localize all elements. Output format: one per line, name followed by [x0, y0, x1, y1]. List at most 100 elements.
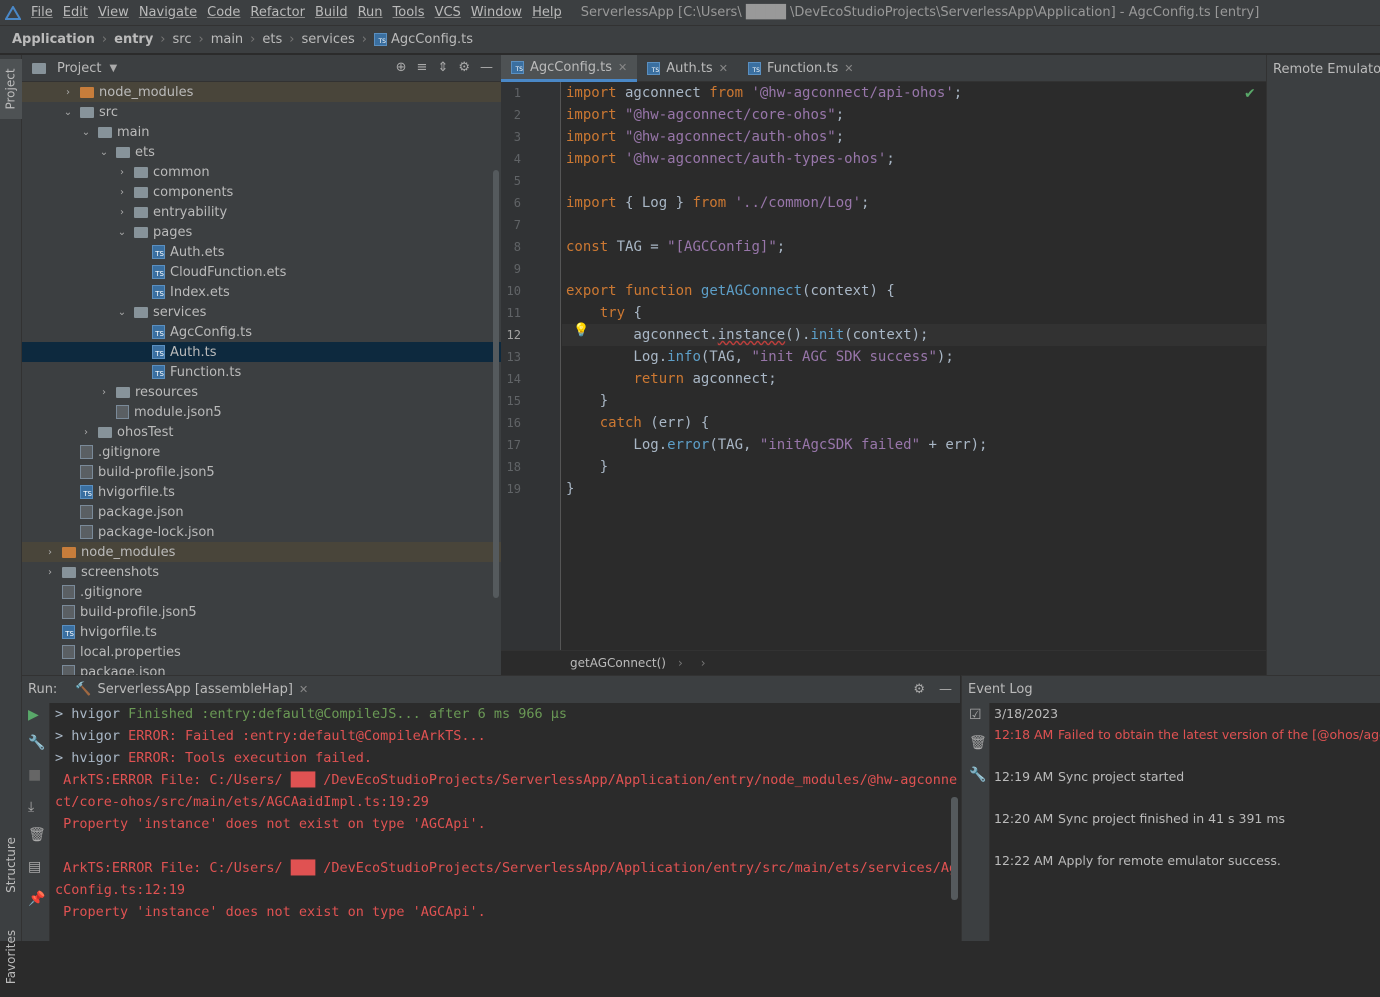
- code-line[interactable]: const TAG = "[AGCConfig]";: [566, 236, 785, 258]
- tree-item[interactable]: › entryability: [22, 202, 501, 222]
- menu-item-run[interactable]: Run: [353, 5, 388, 20]
- tree-item[interactable]: TS Auth.ts: [22, 342, 501, 362]
- tree-item[interactable]: build-profile.json5: [22, 602, 501, 622]
- tree-item[interactable]: build-profile.json5: [22, 462, 501, 482]
- code-line[interactable]: catch (err) {: [566, 412, 710, 434]
- menu-item-build[interactable]: Build: [310, 5, 353, 20]
- menu-item-view[interactable]: View: [93, 5, 134, 20]
- collapse-all-icon[interactable]: ⇕: [437, 60, 448, 75]
- chevron-right-icon[interactable]: ›: [116, 167, 128, 178]
- tree-item[interactable]: › ohosTest: [22, 422, 501, 442]
- remote-emulator-title[interactable]: Remote Emulator: [1273, 62, 1380, 77]
- tree-item[interactable]: ⌄ services: [22, 302, 501, 322]
- tab-auth-ts[interactable]: TS Auth.ts ✕: [637, 55, 738, 82]
- breadcrumb-item[interactable]: main: [211, 32, 243, 47]
- project-tool-tab[interactable]: Project: [0, 59, 22, 119]
- event-text[interactable]: Apply for remote emulator success.: [1058, 853, 1281, 868]
- code-line[interactable]: }: [566, 478, 574, 500]
- project-panel-title[interactable]: Project: [57, 61, 101, 76]
- breadcrumb-item[interactable]: entry: [114, 32, 153, 47]
- menu-item-vcs[interactable]: VCS: [430, 5, 466, 20]
- close-icon[interactable]: ✕: [844, 62, 853, 75]
- tree-item[interactable]: TS Function.ts: [22, 362, 501, 382]
- event-log-title[interactable]: Event Log: [968, 682, 1033, 697]
- menu-item-refactor[interactable]: Refactor: [245, 5, 310, 20]
- chevron-right-icon[interactable]: ›: [44, 567, 56, 578]
- event-text[interactable]: Sync project finished in 41 s 391 ms: [1058, 811, 1285, 826]
- tree-item[interactable]: › screenshots: [22, 562, 501, 582]
- tree-item[interactable]: TS CloudFunction.ets: [22, 262, 501, 282]
- chevron-right-icon[interactable]: ›: [80, 427, 92, 438]
- chevron-down-icon[interactable]: ⌄: [116, 227, 128, 238]
- gear-icon[interactable]: ⚙: [458, 60, 470, 75]
- tree-item[interactable]: › resources: [22, 382, 501, 402]
- tree-item[interactable]: TS AgcConfig.ts: [22, 322, 501, 342]
- scroll-to-end-icon[interactable]: ⤓: [28, 799, 34, 815]
- tree-item[interactable]: ⌄ ets: [22, 142, 501, 162]
- menu-item-tools[interactable]: Tools: [388, 5, 430, 20]
- tree-item[interactable]: module.json5: [22, 402, 501, 422]
- code-line[interactable]: export function getAGConnect(context) {: [566, 280, 895, 302]
- code-line[interactable]: }: [566, 390, 608, 412]
- chevron-right-icon[interactable]: ›: [116, 187, 128, 198]
- breadcrumb-item[interactable]: AgcConfig.ts: [391, 32, 473, 47]
- tab-function-ts[interactable]: TS Function.ts ✕: [738, 55, 864, 82]
- chevron-right-icon[interactable]: ›: [98, 387, 110, 398]
- code-line[interactable]: }: [566, 456, 608, 478]
- console-scrollbar[interactable]: [951, 797, 958, 900]
- chevron-down-icon[interactable]: ⌄: [62, 107, 74, 118]
- wrench-icon[interactable]: 🔧: [969, 767, 986, 783]
- structure-tool-tab[interactable]: Structure: [0, 825, 22, 905]
- trash-icon[interactable]: 🗑: [969, 735, 987, 751]
- tree-item[interactable]: local.properties: [22, 642, 501, 662]
- tree-item[interactable]: ⌄ pages: [22, 222, 501, 242]
- code-line[interactable]: try {: [566, 302, 642, 324]
- code-line[interactable]: import { Log } from '../common/Log';: [566, 192, 869, 214]
- locate-icon[interactable]: ⊕: [396, 60, 407, 75]
- menu-item-help[interactable]: Help: [527, 5, 567, 20]
- tree-item[interactable]: › node_modules: [22, 82, 501, 102]
- tree-item[interactable]: › node_modules: [22, 542, 501, 562]
- code-breadcrumb-item[interactable]: getAGConnect(): [570, 656, 666, 670]
- event-text[interactable]: Sync project started: [1058, 769, 1184, 784]
- chevron-right-icon[interactable]: ›: [62, 87, 74, 98]
- breadcrumb-item[interactable]: services: [301, 32, 354, 47]
- chevron-down-icon[interactable]: ⌄: [98, 147, 110, 158]
- tree-item[interactable]: ⌄ main: [22, 122, 501, 142]
- tree-item[interactable]: package.json: [22, 662, 501, 675]
- code-line[interactable]: import "@hw-agconnect/auth-ohos";: [566, 126, 844, 148]
- menu-item-file[interactable]: File: [26, 5, 58, 20]
- tree-item[interactable]: TS Auth.ets: [22, 242, 501, 262]
- tree-item[interactable]: TS hvigorfile.ts: [22, 482, 501, 502]
- favorites-tool-tab[interactable]: Favorites: [0, 917, 22, 997]
- code-line[interactable]: Log.info(TAG, "init AGC SDK success");: [566, 346, 953, 368]
- chevron-down-icon[interactable]: ⌄: [80, 127, 92, 138]
- stop-icon[interactable]: ■: [28, 767, 41, 783]
- wrench-icon[interactable]: 🔧: [28, 735, 45, 751]
- breadcrumb-item[interactable]: Application: [12, 32, 95, 47]
- code-line[interactable]: import '@hw-agconnect/auth-types-ohos';: [566, 148, 895, 170]
- close-icon[interactable]: ✕: [719, 62, 728, 75]
- tree-item[interactable]: › common: [22, 162, 501, 182]
- tree-scrollbar[interactable]: [493, 170, 499, 598]
- tree-item[interactable]: .gitignore: [22, 442, 501, 462]
- menu-item-navigate[interactable]: Navigate: [134, 5, 202, 20]
- trash-icon[interactable]: 🗑: [28, 827, 46, 843]
- code-line[interactable]: return agconnect;: [566, 368, 776, 390]
- code-line[interactable]: Log.error(TAG, "initAgcSDK failed" + err…: [566, 434, 987, 456]
- mark-read-icon[interactable]: ☑: [969, 707, 982, 723]
- run-tab[interactable]: 🔨 ServerlessApp [assembleHap] ✕: [75, 682, 308, 697]
- run-console[interactable]: > hvigor Finished :entry:default@Compile…: [50, 703, 960, 941]
- tree-item[interactable]: TS Index.ets: [22, 282, 501, 302]
- code-line[interactable]: import "@hw-agconnect/core-ohos";: [566, 104, 844, 126]
- minimize-icon[interactable]: —: [480, 60, 493, 75]
- gear-icon[interactable]: ⚙: [913, 682, 925, 697]
- chevron-down-icon[interactable]: ▼: [109, 63, 117, 74]
- code-line[interactable]: agconnect.instance().init(context);: [566, 324, 928, 346]
- breadcrumb-item[interactable]: ets: [262, 32, 282, 47]
- chevron-right-icon[interactable]: ›: [116, 207, 128, 218]
- layout-icon[interactable]: ▤: [28, 859, 41, 875]
- breadcrumb-item[interactable]: src: [173, 32, 192, 47]
- event-text[interactable]: Failed to obtain the latest version of t…: [1058, 727, 1380, 742]
- tree-item[interactable]: › components: [22, 182, 501, 202]
